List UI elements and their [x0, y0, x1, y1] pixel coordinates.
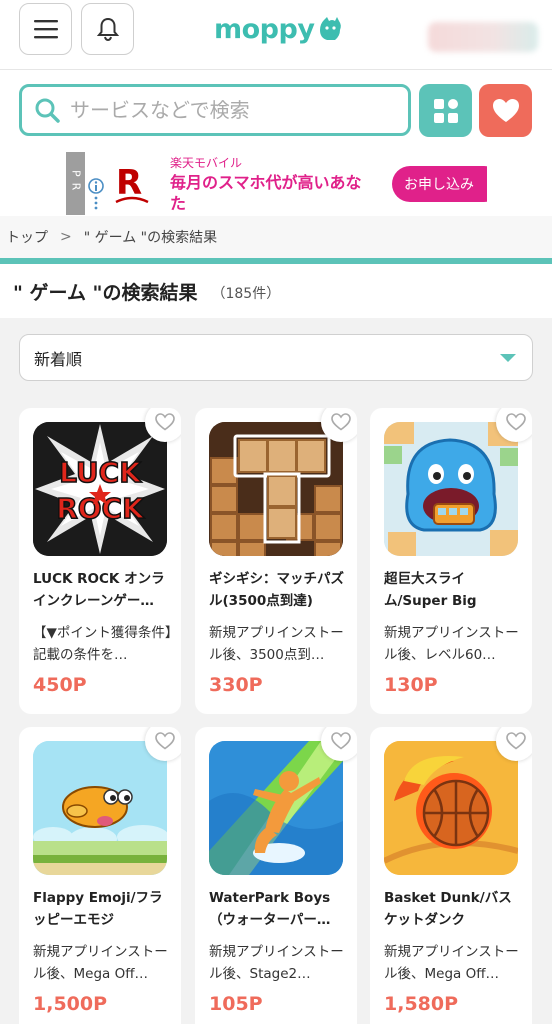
chevron-right-icon: >	[60, 229, 72, 245]
item-thumbnail	[209, 422, 343, 556]
user-info-blurred[interactable]	[428, 22, 538, 52]
page-title: " ゲーム "の検索結果	[13, 281, 198, 304]
item-title: LUCK ROCK オンラインクレーンゲー…	[33, 571, 165, 609]
menu-button[interactable]	[19, 3, 72, 55]
heart-outline-icon	[155, 413, 175, 431]
item-thumbnail	[384, 741, 518, 875]
item-thumbnail	[33, 741, 167, 875]
item-description: 新規アプリインストール後、Stage2…	[209, 944, 344, 982]
logo[interactable]: moppy	[214, 12, 342, 46]
header: moppy	[0, 0, 552, 70]
item-card[interactable]: Flappy Emoji/フラッピーエモジ(Mega… 新規アプリインストール後…	[19, 727, 181, 1024]
item-points: 1,500P	[33, 993, 108, 1015]
pr-text: PR	[69, 170, 83, 197]
item-description: 【▼ポイント獲得条件】記載の条件を…	[33, 625, 172, 663]
item-title: ギシギシ：マッチパズル(3500点到達)	[209, 571, 344, 609]
item-points: 130P	[384, 674, 438, 696]
bell-icon	[96, 17, 119, 42]
search-row	[0, 70, 552, 150]
moppy-mascot-icon	[320, 17, 342, 40]
results-header: " ゲーム "の検索結果 （185件）	[0, 264, 552, 318]
search-input[interactable]	[70, 98, 370, 122]
item-points: 105P	[209, 993, 263, 1015]
item-title: Flappy Emoji/フラッピーエモジ(Mega…	[33, 890, 163, 928]
pr-label: PR	[66, 152, 85, 215]
item-card[interactable]: LUCK ROCK LUCK ROCK オンラインクレーンゲー… 【▼ポイント獲…	[19, 408, 181, 714]
favorites-button[interactable]	[479, 84, 532, 137]
notification-button[interactable]	[81, 3, 134, 55]
ad-cta-button[interactable]: お申し込み	[392, 166, 487, 202]
search-box[interactable]	[19, 84, 411, 136]
category-button[interactable]	[419, 84, 472, 137]
item-card[interactable]: Basket Dunk/バスケットダンク(Mega… 新規アプリインストール後、…	[370, 727, 532, 1024]
item-points: 330P	[209, 674, 263, 696]
item-description: 新規アプリインストール後、Mega Off…	[384, 944, 519, 982]
item-description: 新規アプリインストール後、3500点到…	[209, 625, 344, 663]
item-points: 1,580P	[384, 993, 459, 1015]
ad-row: PR R 楽天モバイル 毎月のスマホ代が高いあなた お申し込み	[0, 150, 552, 216]
breadcrumb-home[interactable]: トップ	[6, 227, 48, 247]
item-card[interactable]: ギシギシ：マッチパズル(3500点到達) 新規アプリインストール後、3500点到…	[195, 408, 357, 714]
result-count: （185件）	[211, 285, 281, 302]
breadcrumb: トップ > " ゲーム "の検索結果	[0, 216, 552, 258]
ad-text: 毎月のスマホ代が高いあなた	[170, 173, 362, 213]
item-description: 新規アプリインストール後、Mega Off…	[33, 944, 168, 982]
heart-outline-icon	[506, 413, 526, 431]
item-title: Basket Dunk/バスケットダンク(Mega…	[384, 890, 512, 928]
item-title: 超巨大スライム/Super Big Slim…	[384, 571, 477, 609]
item-thumbnail: LUCK ROCK	[33, 422, 167, 556]
ad-brand: 楽天モバイル	[170, 156, 243, 170]
chevron-down-icon	[500, 354, 516, 362]
rakuten-logo: R	[112, 160, 152, 212]
item-thumbnail	[209, 741, 343, 875]
item-title: WaterPark Boys（ウォーターパー…	[209, 890, 331, 928]
item-thumbnail	[384, 422, 518, 556]
heart-icon	[492, 98, 519, 122]
heart-outline-icon	[155, 732, 175, 750]
heart-outline-icon	[506, 732, 526, 750]
svg-text:LUCK: LUCK	[59, 456, 142, 489]
item-card[interactable]: WaterPark Boys（ウォーターパー… 新規アプリインストール後、Sta…	[195, 727, 357, 1024]
logo-text: moppy	[214, 13, 315, 45]
heart-outline-icon	[331, 413, 351, 431]
info-icon[interactable]	[88, 178, 106, 212]
hamburger-menu-icon	[33, 20, 58, 39]
item-description: 新規アプリインストール後、レベル60…	[384, 625, 519, 663]
item-card[interactable]: 超巨大スライム/Super Big Slim… 新規アプリインストール後、レベル…	[370, 408, 532, 714]
sort-selected: 新着順	[34, 349, 83, 369]
breadcrumb-current: " ゲーム "の検索結果	[83, 230, 218, 246]
item-points: 450P	[33, 674, 87, 696]
grid-icon	[433, 98, 458, 123]
ad-banner[interactable]: PR R 楽天モバイル 毎月のスマホ代が高いあなた お申し込み	[66, 152, 487, 215]
heart-outline-icon	[331, 732, 351, 750]
sort-select[interactable]: 新着順	[19, 334, 533, 381]
search-icon	[34, 97, 60, 123]
